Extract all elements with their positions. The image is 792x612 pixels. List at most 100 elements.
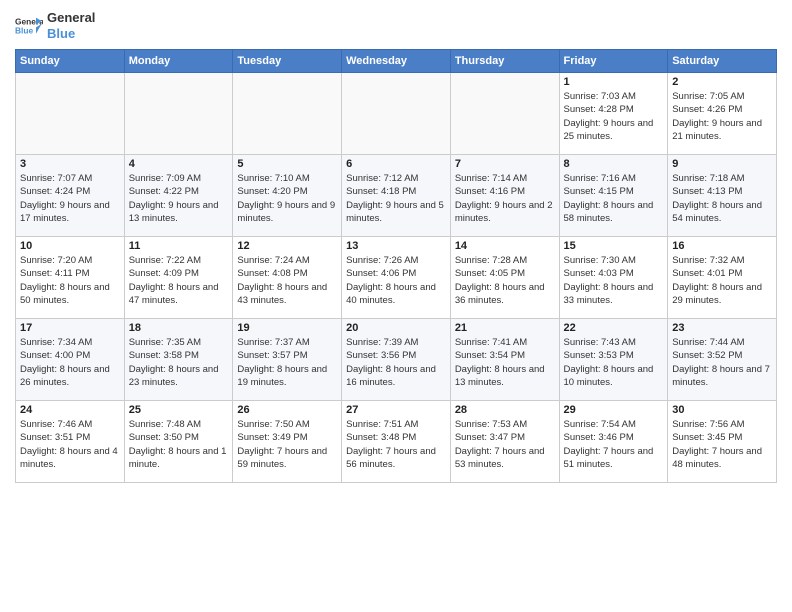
calendar-cell: 3 Sunrise: 7:07 AMSunset: 4:24 PMDaylight… — [16, 155, 125, 237]
logo: GeneralBlue General Blue — [15, 10, 95, 41]
day-detail: Sunrise: 7:46 AMSunset: 3:51 PMDaylight:… — [20, 418, 120, 471]
day-detail: Sunrise: 7:30 AMSunset: 4:03 PMDaylight:… — [564, 254, 664, 307]
day-number: 1 — [564, 76, 664, 88]
calendar-cell: 4Sunrise: 7:09 AMSunset: 4:22 PMDaylight… — [124, 155, 233, 237]
calendar-cell: 14Sunrise: 7:28 AMSunset: 4:05 PMDayligh… — [450, 237, 559, 319]
calendar-cell — [124, 73, 233, 155]
logo-icon: GeneralBlue — [15, 12, 43, 40]
day-detail: Sunrise: 7:48 AMSunset: 3:50 PMDaylight:… — [129, 418, 229, 471]
svg-text:Blue: Blue — [15, 25, 33, 35]
day-detail: Sunrise: 7:51 AMSunset: 3:48 PMDaylight:… — [346, 418, 446, 471]
calendar-cell: 17Sunrise: 7:34 AMSunset: 4:00 PMDayligh… — [16, 319, 125, 401]
calendar-cell: 24 Sunrise: 7:46 AMSunset: 3:51 PMDayligh… — [16, 401, 125, 483]
calendar-week-row: 1 Sunrise: 7:03 AMSunset: 4:28 PMDaylight… — [16, 73, 777, 155]
calendar-cell: 6Sunrise: 7:12 AMSunset: 4:18 PMDaylight… — [342, 155, 451, 237]
day-detail: Sunrise: 7:41 AMSunset: 3:54 PMDaylight:… — [455, 336, 555, 389]
day-number: 7 — [455, 158, 555, 170]
calendar-cell: 30 Sunrise: 7:56 AMSunset: 3:45 PMDayligh… — [668, 401, 777, 483]
calendar-cell: 11Sunrise: 7:22 AMSunset: 4:09 PMDayligh… — [124, 237, 233, 319]
calendar-cell: 19 Sunrise: 7:37 AMSunset: 3:57 PMDayligh… — [233, 319, 342, 401]
day-detail: Sunrise: 7:54 AMSunset: 3:46 PMDaylight:… — [564, 418, 664, 471]
calendar-header-row: SundayMondayTuesdayWednesdayThursdayFrid… — [16, 50, 777, 73]
calendar-week-row: 24 Sunrise: 7:46 AMSunset: 3:51 PMDayligh… — [16, 401, 777, 483]
day-detail: Sunrise: 7:37 AMSunset: 3:57 PMDaylight:… — [237, 336, 337, 389]
day-detail: Sunrise: 7:05 AMSunset: 4:26 PMDaylight:… — [672, 90, 772, 143]
day-number: 10 — [20, 240, 120, 252]
day-number: 26 — [237, 404, 337, 416]
day-detail: Sunrise: 7:26 AMSunset: 4:06 PMDaylight:… — [346, 254, 446, 307]
col-header-wednesday: Wednesday — [342, 50, 451, 73]
calendar-cell: 2Sunrise: 7:05 AMSunset: 4:26 PMDaylight… — [668, 73, 777, 155]
page: GeneralBlue General Blue SundayMondayTue… — [0, 0, 792, 612]
day-detail: Sunrise: 7:53 AMSunset: 3:47 PMDaylight:… — [455, 418, 555, 471]
calendar-cell: 15 Sunrise: 7:30 AMSunset: 4:03 PMDayligh… — [559, 237, 668, 319]
day-number: 17 — [20, 322, 120, 334]
day-detail: Sunrise: 7:35 AMSunset: 3:58 PMDaylight:… — [129, 336, 229, 389]
calendar-cell: 9 Sunrise: 7:18 AMSunset: 4:13 PMDaylight… — [668, 155, 777, 237]
day-number: 8 — [564, 158, 664, 170]
calendar-cell: 5 Sunrise: 7:10 AMSunset: 4:20 PMDaylight… — [233, 155, 342, 237]
calendar-cell: 18 Sunrise: 7:35 AMSunset: 3:58 PMDayligh… — [124, 319, 233, 401]
day-number: 30 — [672, 404, 772, 416]
col-header-tuesday: Tuesday — [233, 50, 342, 73]
day-detail: Sunrise: 7:50 AMSunset: 3:49 PMDaylight:… — [237, 418, 337, 471]
calendar-cell: 26 Sunrise: 7:50 AMSunset: 3:49 PMDayligh… — [233, 401, 342, 483]
col-header-thursday: Thursday — [450, 50, 559, 73]
calendar: SundayMondayTuesdayWednesdayThursdayFrid… — [15, 49, 777, 483]
day-detail: Sunrise: 7:22 AMSunset: 4:09 PMDaylight:… — [129, 254, 229, 307]
day-number: 16 — [672, 240, 772, 252]
calendar-week-row: 3 Sunrise: 7:07 AMSunset: 4:24 PMDaylight… — [16, 155, 777, 237]
day-detail: Sunrise: 7:10 AMSunset: 4:20 PMDaylight:… — [237, 172, 337, 225]
day-number: 12 — [237, 240, 337, 252]
calendar-cell: 21Sunrise: 7:41 AMSunset: 3:54 PMDayligh… — [450, 319, 559, 401]
calendar-cell: 10Sunrise: 7:20 AMSunset: 4:11 PMDayligh… — [16, 237, 125, 319]
day-detail: Sunrise: 7:28 AMSunset: 4:05 PMDaylight:… — [455, 254, 555, 307]
calendar-cell — [450, 73, 559, 155]
day-detail: Sunrise: 7:39 AMSunset: 3:56 PMDaylight:… — [346, 336, 446, 389]
col-header-monday: Monday — [124, 50, 233, 73]
day-number: 15 — [564, 240, 664, 252]
calendar-cell: 22 Sunrise: 7:43 AMSunset: 3:53 PMDayligh… — [559, 319, 668, 401]
calendar-week-row: 10Sunrise: 7:20 AMSunset: 4:11 PMDayligh… — [16, 237, 777, 319]
day-detail: Sunrise: 7:56 AMSunset: 3:45 PMDaylight:… — [672, 418, 772, 471]
day-detail: Sunrise: 7:18 AMSunset: 4:13 PMDaylight:… — [672, 172, 772, 225]
day-number: 29 — [564, 404, 664, 416]
day-number: 25 — [129, 404, 229, 416]
calendar-cell: 29 Sunrise: 7:54 AMSunset: 3:46 PMDayligh… — [559, 401, 668, 483]
calendar-cell: 28 Sunrise: 7:53 AMSunset: 3:47 PMDayligh… — [450, 401, 559, 483]
day-number: 19 — [237, 322, 337, 334]
calendar-cell: 25 Sunrise: 7:48 AMSunset: 3:50 PMDayligh… — [124, 401, 233, 483]
day-number: 20 — [346, 322, 446, 334]
header: GeneralBlue General Blue — [15, 10, 777, 41]
calendar-cell: 12 Sunrise: 7:24 AMSunset: 4:08 PMDayligh… — [233, 237, 342, 319]
day-number: 3 — [20, 158, 120, 170]
day-detail: Sunrise: 7:43 AMSunset: 3:53 PMDaylight:… — [564, 336, 664, 389]
day-number: 5 — [237, 158, 337, 170]
calendar-cell: 23 Sunrise: 7:44 AMSunset: 3:52 PMDayligh… — [668, 319, 777, 401]
day-detail: Sunrise: 7:24 AMSunset: 4:08 PMDaylight:… — [237, 254, 337, 307]
calendar-cell: 16Sunrise: 7:32 AMSunset: 4:01 PMDayligh… — [668, 237, 777, 319]
day-number: 28 — [455, 404, 555, 416]
day-number: 18 — [129, 322, 229, 334]
col-header-saturday: Saturday — [668, 50, 777, 73]
day-detail: Sunrise: 7:44 AMSunset: 3:52 PMDaylight:… — [672, 336, 772, 389]
calendar-cell: 7 Sunrise: 7:14 AMSunset: 4:16 PMDaylight… — [450, 155, 559, 237]
day-detail: Sunrise: 7:07 AMSunset: 4:24 PMDaylight:… — [20, 172, 120, 225]
day-detail: Sunrise: 7:03 AMSunset: 4:28 PMDaylight:… — [564, 90, 664, 143]
day-detail: Sunrise: 7:14 AMSunset: 4:16 PMDaylight:… — [455, 172, 555, 225]
calendar-cell: 1 Sunrise: 7:03 AMSunset: 4:28 PMDaylight… — [559, 73, 668, 155]
day-number: 23 — [672, 322, 772, 334]
calendar-cell — [233, 73, 342, 155]
logo-text: General Blue — [47, 10, 95, 41]
col-header-sunday: Sunday — [16, 50, 125, 73]
day-detail: Sunrise: 7:12 AMSunset: 4:18 PMDaylight:… — [346, 172, 446, 225]
day-number: 9 — [672, 158, 772, 170]
calendar-week-row: 17Sunrise: 7:34 AMSunset: 4:00 PMDayligh… — [16, 319, 777, 401]
calendar-cell — [16, 73, 125, 155]
calendar-cell: 13Sunrise: 7:26 AMSunset: 4:06 PMDayligh… — [342, 237, 451, 319]
col-header-friday: Friday — [559, 50, 668, 73]
day-number: 27 — [346, 404, 446, 416]
calendar-cell: 27 Sunrise: 7:51 AMSunset: 3:48 PMDayligh… — [342, 401, 451, 483]
day-number: 22 — [564, 322, 664, 334]
day-number: 24 — [20, 404, 120, 416]
